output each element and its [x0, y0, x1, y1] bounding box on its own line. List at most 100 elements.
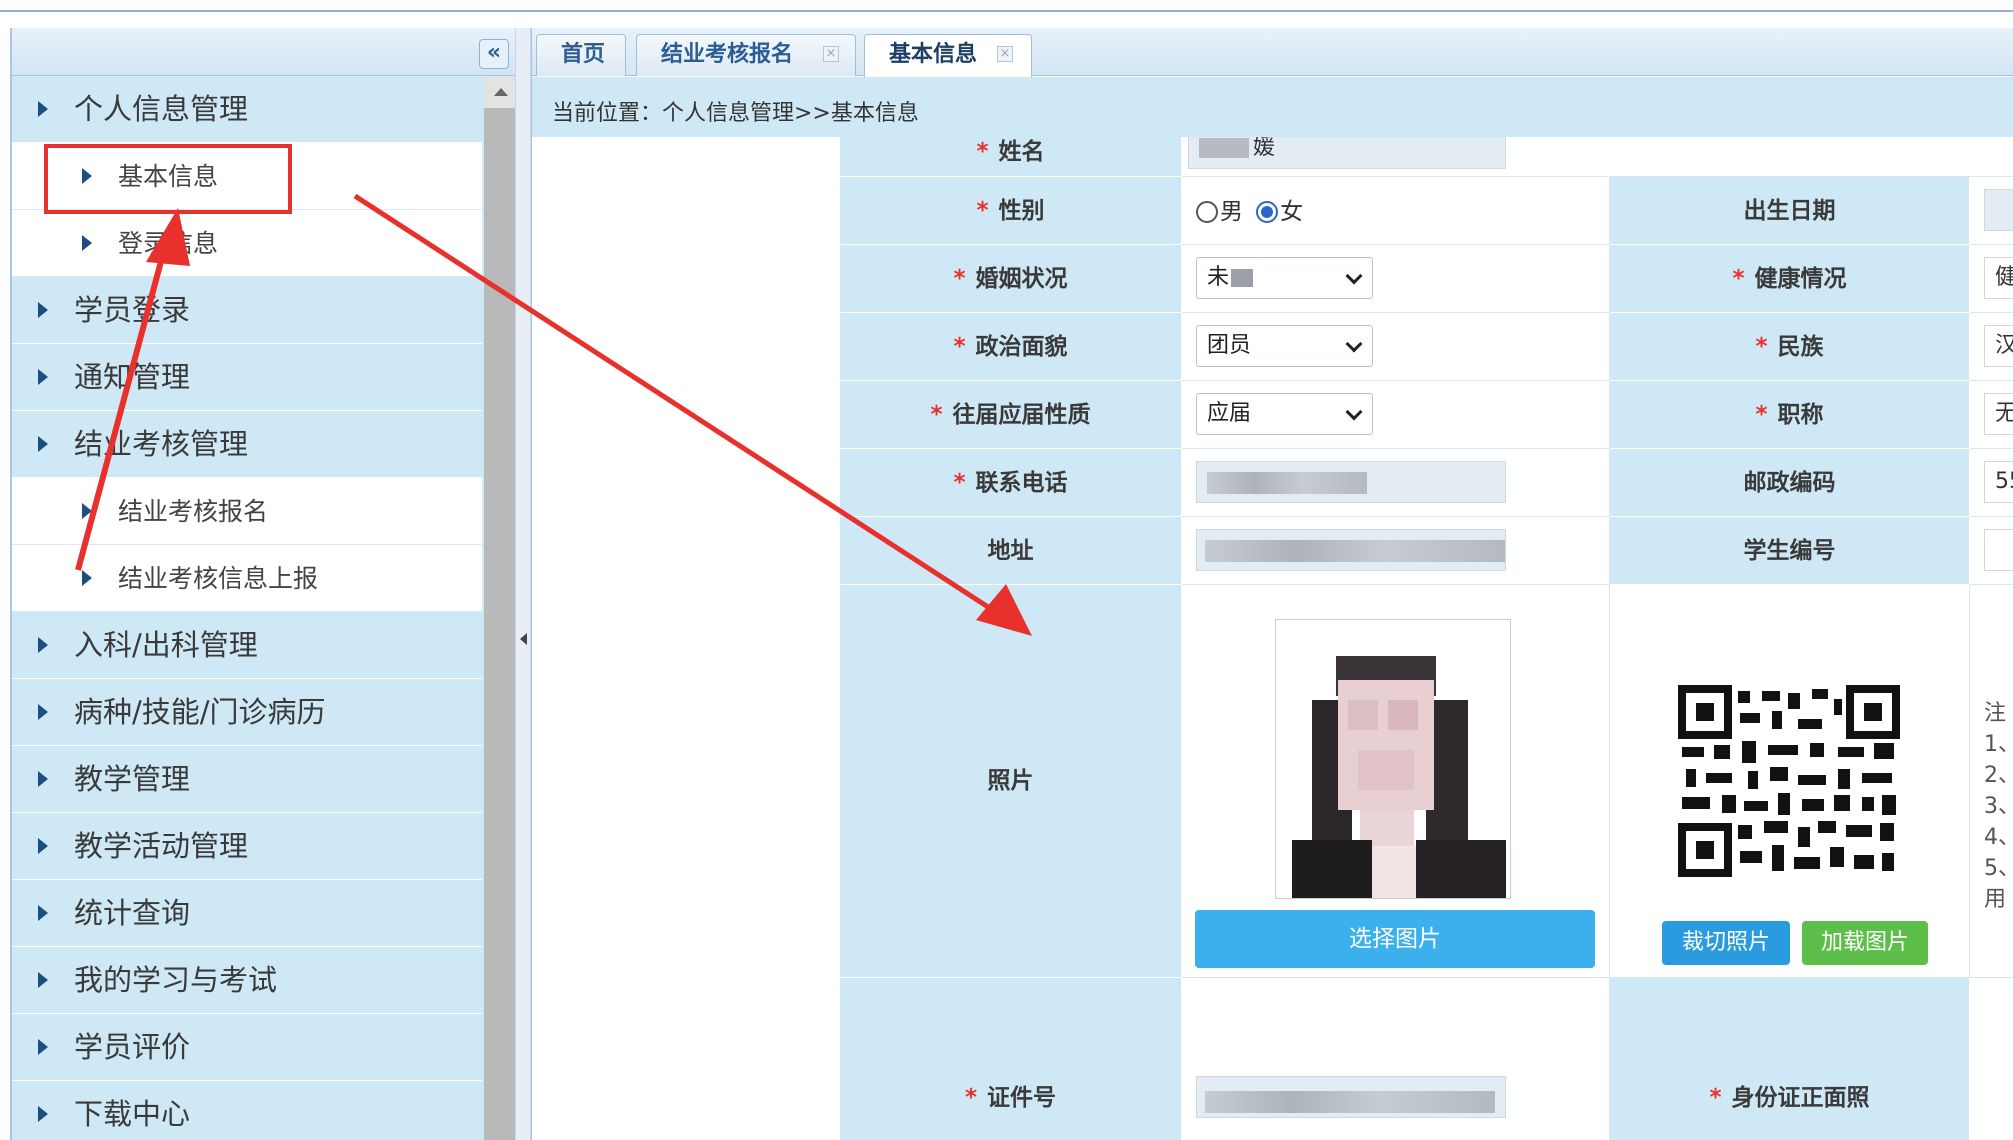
sidebar-item-teaching-activity[interactable]: 教学活动管理: [12, 813, 482, 880]
note-line: 用: [1984, 887, 2007, 912]
close-icon[interactable]: ×: [823, 46, 839, 62]
blurred-text: [1231, 269, 1254, 287]
graduate-select[interactable]: 应届: [1196, 393, 1373, 435]
sidebar-item-cases[interactable]: 病种/技能/门诊病历: [12, 679, 482, 746]
health-select[interactable]: 健: [1984, 257, 2013, 299]
label-title: * 职称: [1610, 381, 1970, 449]
nation-select[interactable]: 汉: [1984, 325, 2013, 367]
sidebar-header: «: [12, 28, 515, 76]
close-icon[interactable]: ×: [997, 46, 1013, 62]
label-politics: * 政治面貌: [840, 313, 1182, 381]
label-phone: * 联系电话: [840, 449, 1182, 517]
note-line: 1、: [1984, 732, 2013, 757]
label-postcode: 邮政编码: [1610, 449, 1970, 517]
sidebar-item-download[interactable]: 下载中心: [12, 1081, 482, 1140]
note-line: 2、: [1984, 763, 2013, 788]
cell-address: [1182, 517, 1610, 585]
idno-input[interactable]: [1196, 1076, 1506, 1118]
cell-health: 健: [1970, 245, 2013, 313]
select-image-button[interactable]: 选择图片: [1195, 910, 1595, 968]
politics-select[interactable]: 团员: [1196, 325, 1373, 367]
blurred-text: [1205, 1091, 1495, 1113]
label-photo: 照片: [840, 585, 1182, 978]
sidebar-item-student-login[interactable]: 学员登录: [12, 277, 482, 344]
chevron-down-icon: [1345, 403, 1363, 421]
sidebar-item-exam-signup[interactable]: 结业考核报名: [12, 478, 482, 545]
gender-female-radio[interactable]: [1256, 200, 1279, 223]
sidebar-item-label: 统计查询: [74, 896, 191, 930]
sidebar-item-label: 学员评价: [74, 1030, 191, 1064]
cell-birth: [1970, 177, 2013, 245]
photo-preview: [1275, 619, 1511, 899]
cell-title: 无: [1970, 381, 2013, 449]
expand-triangle-icon: [38, 905, 48, 921]
cell-idno: [1182, 978, 1610, 1140]
title-select[interactable]: 无: [1984, 393, 2013, 435]
postcode-input[interactable]: 55: [1984, 461, 2013, 503]
expand-triangle-icon: [38, 972, 48, 988]
panel-splitter[interactable]: [515, 28, 531, 1140]
sidebar-item-label: 登录信息: [118, 229, 219, 258]
label-health: * 健康情况: [1610, 245, 1970, 313]
sidebar-scrollbar[interactable]: [484, 76, 515, 1140]
birth-input[interactable]: [1984, 189, 2013, 231]
cell-graduate: 应届: [1182, 381, 1610, 449]
note-line: 5、: [1984, 856, 2013, 881]
tab-basic-info[interactable]: 基本信息 ×: [864, 34, 1032, 77]
tab-bar: 首页 结业考核报名 × 基本信息 ×: [532, 28, 2013, 77]
name-input[interactable]: 媛: [1188, 137, 1506, 169]
sidebar-item-evaluation[interactable]: 学员评价: [12, 1014, 482, 1081]
sidebar-item-label: 结业考核管理: [74, 427, 249, 461]
sidebar-item-label: 教学活动管理: [74, 829, 249, 863]
expand-triangle-icon: [38, 302, 48, 318]
sidebar-item-exam-report[interactable]: 结业考核信息上报: [12, 545, 482, 612]
cell-student-no: [1970, 517, 2013, 585]
tab-label: 基本信息: [889, 42, 978, 67]
blurred-text: [1207, 472, 1367, 494]
expand-triangle-icon: [38, 704, 48, 720]
expand-triangle-icon: [82, 235, 92, 251]
expand-triangle-icon: [38, 369, 48, 385]
note-line: 注: [1984, 701, 2007, 726]
sidebar-item-label: 入科/出科管理: [74, 628, 258, 662]
tab-exam-signup[interactable]: 结业考核报名 ×: [636, 34, 856, 76]
marriage-select[interactable]: 未: [1196, 257, 1373, 299]
phone-input[interactable]: [1196, 461, 1506, 503]
qr-code-image: [1678, 685, 1900, 877]
expand-triangle-icon: [38, 838, 48, 854]
crop-photo-button[interactable]: 裁切照片: [1662, 921, 1790, 965]
chevron-down-icon: [1345, 335, 1363, 353]
gender-male-radio[interactable]: [1196, 200, 1218, 223]
sidebar-item-personal-info[interactable]: 个人信息管理: [12, 76, 482, 143]
sidebar-item-my-study[interactable]: 我的学习与考试: [12, 947, 482, 1014]
sidebar-item-label: 教学管理: [74, 762, 191, 796]
sidebar-item-teaching[interactable]: 教学管理: [12, 746, 482, 813]
load-image-button[interactable]: 加载图片: [1802, 921, 1928, 965]
cell-phone: [1182, 449, 1610, 517]
label-name: * 姓名: [840, 137, 1182, 177]
cell-marriage: 未: [1182, 245, 1610, 313]
sidebar-item-department[interactable]: 入科/出科管理: [12, 612, 482, 679]
expand-triangle-icon: [38, 637, 48, 653]
blurred-text: [1205, 540, 1505, 562]
highlight-box: [44, 144, 292, 214]
cell-gender: 男 女: [1182, 177, 1610, 245]
label-address: 地址: [840, 517, 1182, 585]
blurred-text: [1199, 138, 1249, 158]
expand-triangle-icon: [38, 436, 48, 452]
scroll-up-icon[interactable]: [484, 76, 515, 108]
sidebar-item-statistics[interactable]: 统计查询: [12, 880, 482, 947]
sidebar-item-graduation-exam[interactable]: 结业考核管理: [12, 411, 482, 478]
sidebar-item-notice[interactable]: 通知管理: [12, 344, 482, 411]
tab-home[interactable]: 首页: [536, 34, 626, 76]
collapse-left-icon[interactable]: [520, 633, 527, 645]
address-input[interactable]: [1196, 529, 1506, 571]
top-strip: [0, 0, 2013, 12]
sidebar-item-label: 通知管理: [74, 360, 191, 394]
student-no-input[interactable]: [1984, 529, 2013, 571]
expand-triangle-icon: [38, 771, 48, 787]
collapse-sidebar-icon[interactable]: «: [479, 39, 509, 69]
cell-postcode: 55: [1970, 449, 2013, 517]
main-content: 首页 结业考核报名 × 基本信息 × 当前位置：个人信息管理>>基本信息 * 姓名 媛…: [531, 28, 2013, 1140]
sidebar-item-login-info[interactable]: 登录信息: [12, 210, 482, 277]
